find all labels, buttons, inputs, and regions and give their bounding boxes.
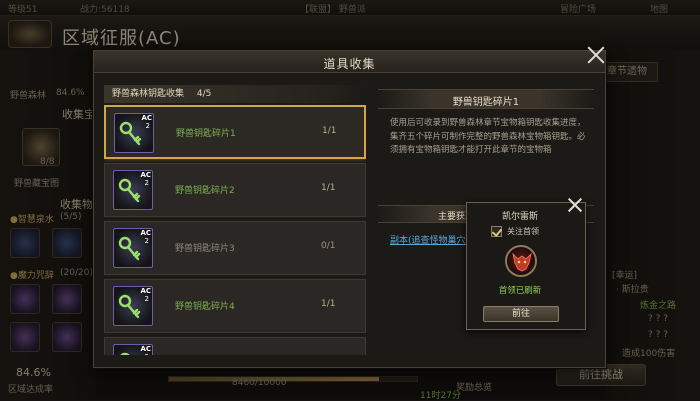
boss-popup: 凯尔雷斯 关注首领 首领已刷新 前往 (466, 202, 586, 330)
key-fragment-icon: AC2 (113, 344, 153, 355)
boss-status: 首领已刷新 (498, 286, 542, 296)
key-fragment-icon: AC2 (113, 228, 153, 268)
ac-badge-number: 2 (144, 237, 149, 245)
ac-badge-number: 2 (145, 353, 149, 355)
key-icon (118, 236, 141, 261)
boss-avatar (505, 245, 537, 277)
key-icon (119, 121, 142, 146)
key-fragment-count: 1/1 (321, 183, 336, 193)
follow-boss-toggle[interactable]: 关注首领 (491, 225, 571, 239)
ac-badge: AC (140, 287, 151, 295)
key-fragment-row[interactable]: AC 2 野兽钥匙碎片3 0/1 (104, 221, 366, 275)
modal-header: 道具收集 (94, 51, 605, 73)
key-fragment-row[interactable]: AC 2 野兽钥匙碎片4 1/1 (104, 279, 366, 333)
key-fragment-list[interactable]: AC 2 野兽钥匙碎片1 1/1 AC 2 野兽钥匙碎片2 1/1 AC 2 野兽钥匙碎片3 0/1 A… (104, 105, 366, 355)
source-dungeon-link[interactable]: 副本(追查怪物巢穴) (390, 233, 469, 246)
detail-title-bar: 野兽钥匙碎片1 (378, 89, 594, 109)
key-fragment-name: 野兽钥匙碎片1 (176, 129, 236, 139)
key-fragment-count: 1/1 (321, 299, 336, 309)
key-fragment-count: 1/1 (322, 126, 337, 136)
boss-name: 凯尔雷斯 (501, 212, 538, 222)
ac-badge: AC (141, 114, 152, 122)
modal-title: 道具收集 (323, 57, 376, 71)
key-fragment-name: 野兽钥匙碎片2 (175, 186, 235, 196)
ac-badge: AC (140, 229, 151, 237)
goto-button[interactable]: 前往 (483, 306, 559, 322)
ac-badge: AC (140, 345, 151, 353)
collection-header-label: 野兽森林钥匙收集 (112, 89, 185, 99)
key-fragment-row[interactable]: AC 2 野兽钥匙碎片2 1/1 (104, 163, 366, 217)
checkbox-checked-icon[interactable] (491, 226, 502, 237)
key-fragment-name: 野兽钥匙碎片3 (175, 244, 235, 254)
close-icon[interactable] (585, 44, 607, 66)
collection-header: 野兽森林钥匙收集 4/5 (104, 85, 366, 103)
detail-description: 使用后可收录到野兽森林章节宝物箱钥匙收集进度，集齐五个碎片可制作完整的野兽森林宝… (390, 118, 586, 155)
ac-badge-number: 2 (144, 295, 149, 303)
key-fragment-row[interactable]: AC 2 野兽钥匙碎片1 1/1 (104, 105, 366, 159)
key-icon (118, 178, 141, 203)
key-fragment-icon: AC2 (114, 113, 154, 153)
key-fragment-row[interactable]: AC2 (104, 337, 366, 355)
key-fragment-icon: AC2 (113, 286, 153, 326)
demon-head-icon (512, 252, 532, 272)
follow-boss-label: 关注首领 (507, 227, 539, 236)
key-icon (118, 294, 141, 319)
collection-progress: 4/5 (196, 89, 212, 99)
ac-badge-number: 2 (144, 179, 149, 187)
boss-close-icon[interactable] (566, 196, 584, 214)
key-fragment-name: 野兽钥匙碎片4 (175, 302, 235, 312)
ac-badge-number: 2 (145, 122, 150, 130)
key-fragment-count: 0/1 (321, 241, 336, 251)
ac-badge: AC (140, 171, 151, 179)
detail-title: 野兽钥匙碎片1 (452, 97, 520, 108)
key-fragment-icon: AC2 (113, 170, 153, 210)
